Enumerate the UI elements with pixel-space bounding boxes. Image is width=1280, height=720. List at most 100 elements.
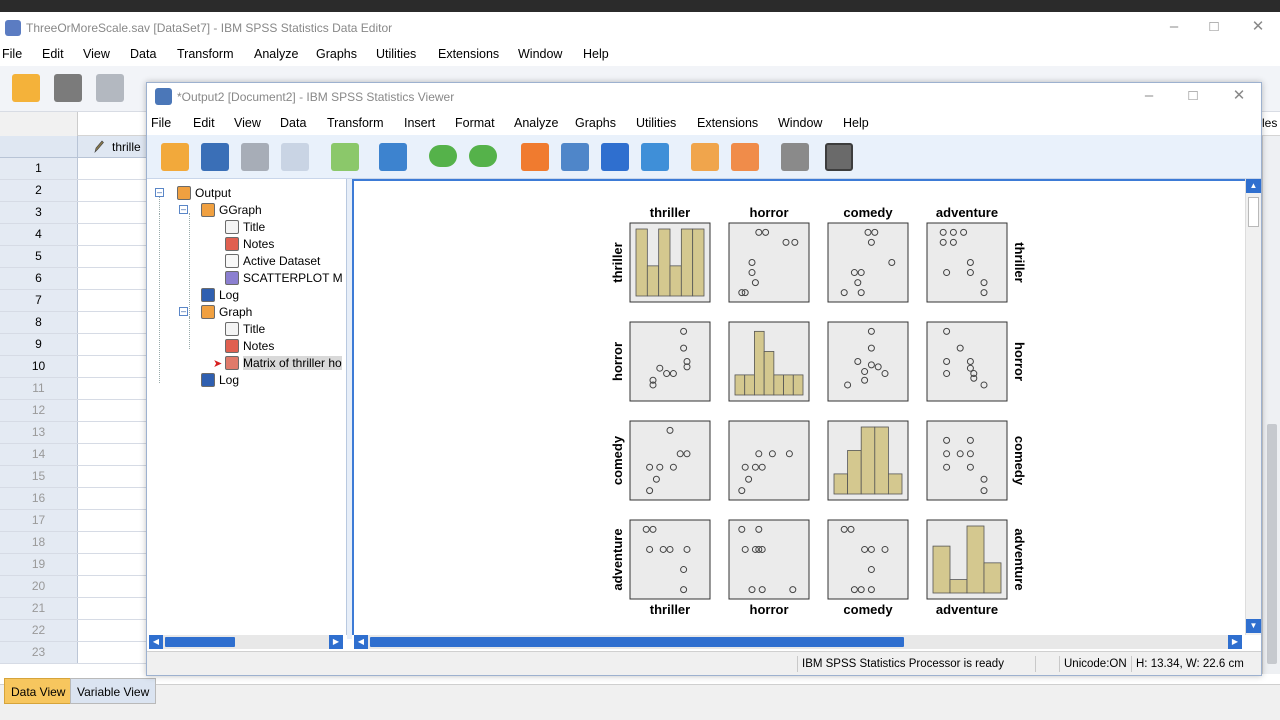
data-cell[interactable] bbox=[78, 334, 146, 355]
menu-analyze[interactable]: Analyze bbox=[514, 116, 558, 130]
open-folder-icon[interactable] bbox=[12, 74, 40, 102]
menu-data[interactable]: Data bbox=[130, 47, 156, 61]
close-icon[interactable]: ✕ bbox=[1240, 16, 1276, 38]
table-row[interactable]: 19 bbox=[0, 554, 146, 576]
row-number[interactable]: 12 bbox=[0, 400, 78, 421]
table-row[interactable]: 9 bbox=[0, 334, 146, 356]
table-row[interactable]: 7 bbox=[0, 290, 146, 312]
tree-node-title[interactable]: Title bbox=[225, 219, 265, 235]
data-cell[interactable] bbox=[78, 202, 146, 223]
content-vertical-scrollbar[interactable]: ▲ ▼ bbox=[1245, 179, 1261, 635]
print-icon[interactable] bbox=[241, 143, 269, 171]
row-number[interactable]: 2 bbox=[0, 180, 78, 201]
hide-icon[interactable] bbox=[781, 143, 809, 171]
data-cell[interactable] bbox=[78, 312, 146, 333]
tree-node-active-dataset[interactable]: Active Dataset bbox=[225, 253, 320, 269]
scroll-right-icon[interactable]: ▶ bbox=[1228, 635, 1242, 649]
row-number[interactable]: 4 bbox=[0, 224, 78, 245]
menu-analyze[interactable]: Analyze bbox=[254, 47, 298, 61]
table-row[interactable]: 4 bbox=[0, 224, 146, 246]
row-number[interactable]: 1 bbox=[0, 158, 78, 179]
tree-node-title[interactable]: Title bbox=[225, 321, 265, 337]
show-icon[interactable] bbox=[825, 143, 853, 171]
menu-view[interactable]: View bbox=[234, 116, 261, 130]
row-number[interactable]: 10 bbox=[0, 356, 78, 377]
scroll-down-icon[interactable]: ▼ bbox=[1246, 619, 1261, 633]
column-header-thriller[interactable]: thrille bbox=[112, 140, 141, 154]
table-row[interactable]: 8 bbox=[0, 312, 146, 334]
data-cell[interactable] bbox=[78, 180, 146, 201]
use-variable-sets-icon[interactable] bbox=[641, 143, 669, 171]
data-cell[interactable] bbox=[78, 290, 146, 311]
data-cell[interactable] bbox=[78, 400, 146, 421]
data-editor-vertical-scrollbar[interactable] bbox=[1262, 136, 1280, 674]
redo-icon[interactable] bbox=[469, 145, 497, 167]
scatterplot-matrix-chart[interactable]: thriller thriller thriller thriller horror ho… bbox=[354, 181, 1245, 635]
collapse-icon[interactable]: – bbox=[179, 205, 188, 214]
insert-title-icon[interactable] bbox=[731, 143, 759, 171]
tree-node-notes[interactable]: Notes bbox=[225, 338, 274, 354]
data-cell[interactable] bbox=[78, 444, 146, 465]
data-cell[interactable] bbox=[78, 598, 146, 619]
row-number[interactable]: 5 bbox=[0, 246, 78, 267]
menu-window[interactable]: Window bbox=[778, 116, 822, 130]
row-number[interactable]: 21 bbox=[0, 598, 78, 619]
tree-node-notes[interactable]: Notes bbox=[225, 236, 274, 252]
export-icon[interactable] bbox=[331, 143, 359, 171]
table-row[interactable]: 23 bbox=[0, 642, 146, 664]
row-number[interactable]: 8 bbox=[0, 312, 78, 333]
save-icon[interactable] bbox=[54, 74, 82, 102]
menu-data[interactable]: Data bbox=[280, 116, 306, 130]
menu-edit[interactable]: Edit bbox=[42, 47, 64, 61]
row-number[interactable]: 11 bbox=[0, 378, 78, 399]
scroll-left-icon[interactable]: ◀ bbox=[354, 635, 368, 649]
menu-format[interactable]: Format bbox=[455, 116, 495, 130]
table-row[interactable]: 10 bbox=[0, 356, 146, 378]
data-cell[interactable] bbox=[78, 268, 146, 289]
maximize-icon[interactable]: □ bbox=[1196, 16, 1232, 38]
recall-dialog-icon[interactable] bbox=[379, 143, 407, 171]
menu-file[interactable]: File bbox=[2, 47, 22, 61]
menu-transform[interactable]: Transform bbox=[327, 116, 384, 130]
scroll-thumb[interactable] bbox=[1248, 197, 1259, 227]
row-number[interactable]: 9 bbox=[0, 334, 78, 355]
table-row[interactable]: 2 bbox=[0, 180, 146, 202]
scroll-right-icon[interactable]: ▶ bbox=[329, 635, 343, 649]
goto-data-icon[interactable] bbox=[521, 143, 549, 171]
table-row[interactable]: 12 bbox=[0, 400, 146, 422]
menu-transform[interactable]: Transform bbox=[177, 47, 234, 61]
data-cell[interactable] bbox=[78, 466, 146, 487]
row-number[interactable]: 23 bbox=[0, 642, 78, 663]
menu-extensions[interactable]: Extensions bbox=[697, 116, 758, 130]
tab-data-view[interactable]: Data View bbox=[4, 678, 73, 704]
menu-edit[interactable]: Edit bbox=[193, 116, 215, 130]
cell-name-box[interactable] bbox=[0, 112, 78, 136]
table-row[interactable]: 1 bbox=[0, 158, 146, 180]
data-cell[interactable] bbox=[78, 554, 146, 575]
table-row[interactable]: 3 bbox=[0, 202, 146, 224]
table-row[interactable]: 5 bbox=[0, 246, 146, 268]
print-icon[interactable] bbox=[96, 74, 124, 102]
menu-utilities[interactable]: Utilities bbox=[376, 47, 416, 61]
row-number[interactable]: 7 bbox=[0, 290, 78, 311]
tree-node-log[interactable]: Log bbox=[201, 372, 239, 388]
close-icon[interactable]: ✕ bbox=[1221, 85, 1257, 107]
table-row[interactable]: 18 bbox=[0, 532, 146, 554]
data-cell[interactable] bbox=[78, 510, 146, 531]
undo-icon[interactable] bbox=[429, 145, 457, 167]
goto-case-icon[interactable] bbox=[561, 143, 589, 171]
data-cell[interactable] bbox=[78, 246, 146, 267]
menu-help[interactable]: Help bbox=[583, 47, 609, 61]
table-row[interactable]: 21 bbox=[0, 598, 146, 620]
data-cell[interactable] bbox=[78, 532, 146, 553]
minimize-icon[interactable]: – bbox=[1131, 85, 1167, 107]
data-cell[interactable] bbox=[78, 642, 146, 663]
outline-horizontal-scrollbar[interactable]: ◀ ▶ bbox=[149, 635, 343, 649]
menu-insert[interactable]: Insert bbox=[404, 116, 435, 130]
row-number[interactable]: 18 bbox=[0, 532, 78, 553]
row-number[interactable]: 17 bbox=[0, 510, 78, 531]
data-cell[interactable] bbox=[78, 356, 146, 377]
scroll-thumb[interactable] bbox=[1267, 424, 1277, 664]
data-cell[interactable] bbox=[78, 620, 146, 641]
row-number[interactable]: 6 bbox=[0, 268, 78, 289]
